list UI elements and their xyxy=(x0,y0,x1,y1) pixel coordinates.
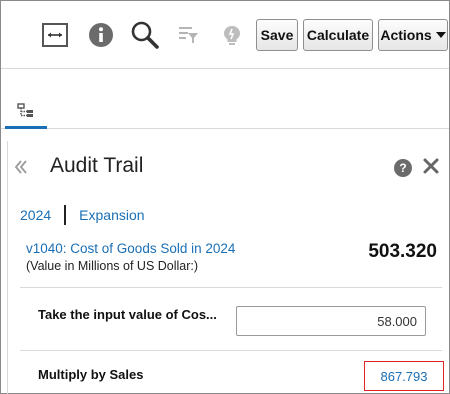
divider xyxy=(20,350,442,351)
collapse-left-icon[interactable] xyxy=(14,159,28,180)
info-icon[interactable] xyxy=(87,19,115,51)
save-button[interactable]: Save xyxy=(256,19,298,51)
tab-strip xyxy=(1,69,449,129)
audit-trail-panel: Audit Trail ? 2024 Expansion v1040: Cost… xyxy=(7,141,449,394)
calculate-button[interactable]: Calculate xyxy=(303,19,373,51)
member-unit: (Value in Millions of US Dollar:) xyxy=(26,259,199,273)
breadcrumb-year[interactable]: 2024 xyxy=(20,207,51,223)
close-icon[interactable] xyxy=(422,157,440,180)
sales-value-link[interactable]: 867.793 xyxy=(364,361,444,391)
filter-icon[interactable] xyxy=(175,19,201,51)
tab-audit-trail[interactable] xyxy=(5,95,47,129)
search-icon[interactable] xyxy=(129,19,161,51)
breadcrumb: 2024 Expansion xyxy=(20,205,145,225)
app-window: Save Calculate Actions Audit Trail ? 202… xyxy=(0,0,450,394)
caret-down-icon xyxy=(435,32,446,38)
toolbar: Save Calculate Actions xyxy=(1,1,449,69)
help-icon[interactable]: ? xyxy=(394,159,412,177)
breadcrumb-scenario[interactable]: Expansion xyxy=(79,207,144,223)
breadcrumb-divider xyxy=(64,205,67,225)
panel-header: Audit Trail ? xyxy=(8,151,448,185)
expand-width-icon[interactable] xyxy=(41,19,69,51)
divider xyxy=(20,287,442,288)
actions-button-label: Actions xyxy=(380,27,432,43)
member-value: 503.320 xyxy=(368,241,437,262)
actions-button[interactable]: Actions xyxy=(378,19,448,51)
row-label-multiply: Multiply by Sales xyxy=(38,367,144,382)
input-value-field[interactable] xyxy=(236,306,426,336)
member-link[interactable]: v1040: Cost of Goods Sold in 2024 xyxy=(26,241,235,256)
bulb-icon[interactable] xyxy=(219,19,245,51)
tree-view-icon xyxy=(17,102,33,117)
row-label-input: Take the input value of Cos... xyxy=(38,307,217,322)
panel-title: Audit Trail xyxy=(50,154,144,177)
